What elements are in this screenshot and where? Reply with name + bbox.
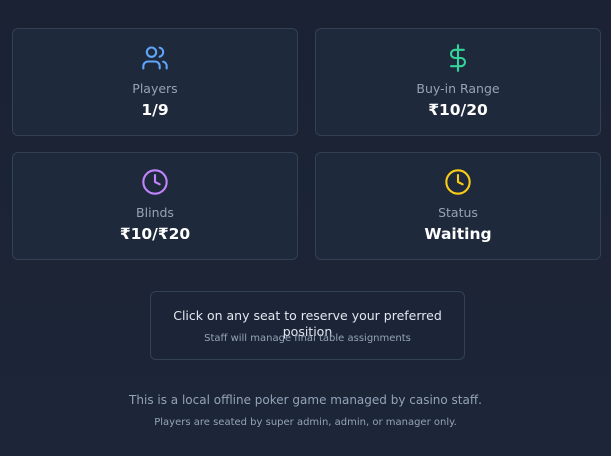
players-count: 1/9 (141, 101, 169, 119)
buyin-range-card: Buy-in Range ₹10/20 (315, 28, 601, 136)
clock-icon (444, 168, 472, 196)
players-card: Players 1/9 (12, 28, 298, 136)
buyin-range-value: ₹10/20 (428, 101, 488, 119)
buyin-range-label: Buy-in Range (416, 81, 500, 96)
blinds-card: Blinds ₹10/₹20 (12, 152, 298, 260)
footer-info-text: This is a local offline poker game manag… (129, 393, 482, 407)
status-value: Waiting (424, 225, 492, 243)
users-icon (141, 44, 169, 72)
blinds-value: ₹10/₹20 (119, 225, 191, 243)
dollar-icon (444, 44, 472, 72)
blinds-label: Blinds (136, 205, 174, 220)
seat-reservation-notice: Click on any seat to reserve your prefer… (150, 291, 465, 360)
status-label: Status (438, 205, 478, 220)
notice-sub-text: Staff will manage final table assignment… (204, 333, 411, 344)
footer-seating-text: Players are seated by super admin, admin… (154, 417, 457, 428)
status-card: Status Waiting (315, 152, 601, 260)
players-label: Players (132, 81, 178, 96)
clock-icon (141, 168, 169, 196)
